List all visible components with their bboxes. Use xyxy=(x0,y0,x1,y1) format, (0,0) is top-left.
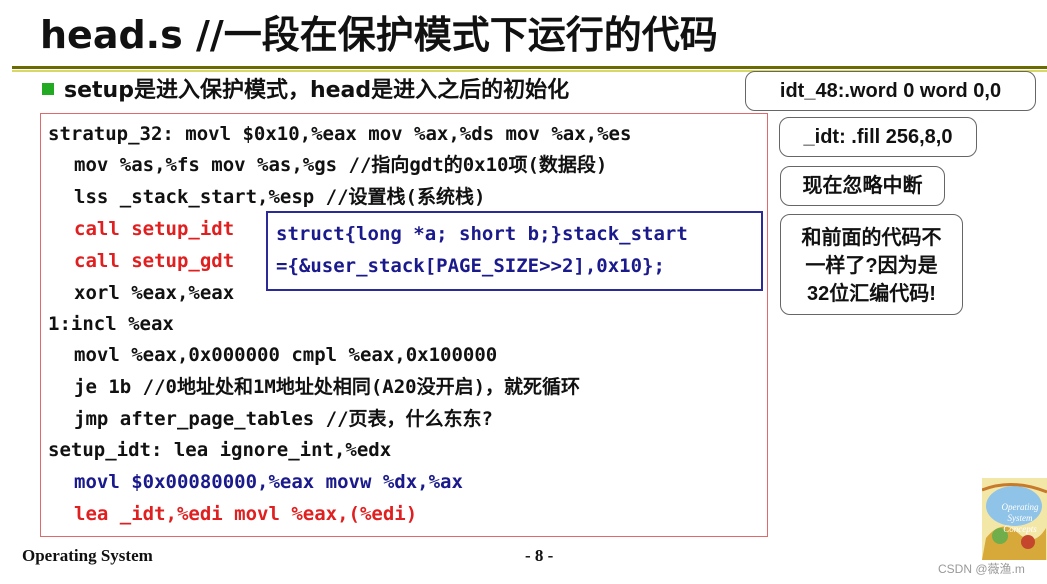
code-line-12: movl $0x00080000,%eax movw %dx,%ax xyxy=(74,471,463,493)
note-32bit-line-1: 和前面的代码不 xyxy=(801,227,942,249)
title-divider xyxy=(12,66,1047,69)
footer-page-number: - 8 - xyxy=(525,546,554,565)
bullet-text: setup是进入保护模式，head是进入之后的初始化 xyxy=(64,78,570,103)
page-title: head.s //一段在保护模式下运行的代码 xyxy=(40,13,718,57)
code-line-5: call setup_gdt xyxy=(74,250,235,272)
code-line-6: xorl %eax,%eax xyxy=(74,282,235,304)
code-line-7: 1:incl %eax xyxy=(48,313,174,335)
code-line-11: setup_idt: lea ignore_int,%edx xyxy=(48,439,392,461)
note-32bit-line-2: 一样了?因为是 xyxy=(805,255,938,277)
bullet-square-icon xyxy=(42,83,54,95)
code-line-13: lea _idt,%edi movl %eax,(%edi) xyxy=(74,503,418,525)
note-idt48: idt_48:.word 0 word 0,0 xyxy=(745,71,1036,111)
code-line-9: je 1b //0地址处和1M地址处相同(A20没开启)，就死循环 xyxy=(74,376,581,398)
note-32bit-assembly: 和前面的代码不 一样了?因为是 32位汇编代码! xyxy=(780,214,963,315)
bullet-item: setup是进入保护模式，head是进入之后的初始化 xyxy=(42,72,569,104)
code-line-2: mov %as,%fs mov %as,%gs //指向gdt的0x10项(数据… xyxy=(74,154,608,176)
footer-course-name: Operating System xyxy=(22,546,153,565)
code-line-1: stratup_32: movl $0x10,%eax mov %ax,%ds … xyxy=(48,123,632,145)
code-line-3: lss _stack_start,%esp //设置栈(系统栈) xyxy=(74,186,486,208)
note-32bit-line-3: 32位汇编代码! xyxy=(807,283,936,305)
note-idt-fill: _idt: .fill 256,8,0 xyxy=(779,117,977,157)
code-line-8: movl %eax,0x000000 cmpl %eax,0x100000 xyxy=(74,344,498,366)
book-cover-title: Operating System Concepts xyxy=(1001,502,1039,534)
code-line-4: call setup_idt xyxy=(74,218,235,240)
watermark: CSDN @薇渔.m xyxy=(938,562,1025,576)
note-ignore-interrupts: 现在忽略中断 xyxy=(780,166,945,206)
struct-line-1: struct{long *a; short b;}stack_start xyxy=(276,223,688,245)
book-cover-image: Operating System Concepts xyxy=(982,478,1047,560)
struct-line-2: ={&user_stack[PAGE_SIZE>>2],0x10}; xyxy=(276,255,665,277)
struct-callout: struct{long *a; short b;}stack_start ={&… xyxy=(266,211,763,291)
code-line-10: jmp after_page_tables //页表，什么东东? xyxy=(74,408,493,430)
